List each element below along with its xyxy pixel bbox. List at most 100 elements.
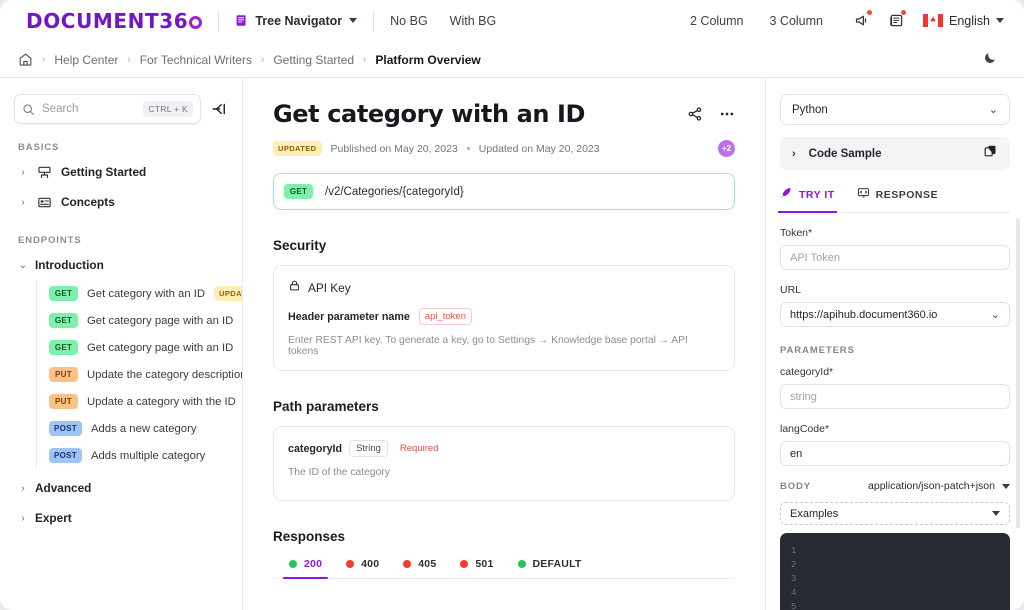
list-item[interactable]: PUT Update the category description <box>37 361 242 388</box>
url-select[interactable]: https://apihub.document360.io ⌄ <box>780 302 1010 327</box>
list-item[interactable]: PUT Update a category with the ID <box>37 388 242 415</box>
examples-dropdown[interactable]: Examples <box>780 502 1010 525</box>
page-title: Get category with an ID <box>273 100 586 128</box>
response-tab-label: 200 <box>304 558 323 570</box>
list-item[interactable]: GET Get category page with an ID <box>37 334 242 361</box>
no-bg-option[interactable]: No BG <box>390 14 428 28</box>
tab-try-it[interactable]: TRY IT <box>778 186 837 213</box>
response-tab-501[interactable]: 501 <box>460 558 493 578</box>
examples-label: Examples <box>790 507 839 520</box>
list-item[interactable]: POST Adds a new category <box>37 415 242 442</box>
param-name: categoryId <box>288 442 343 455</box>
breadcrumb-item-for-technical-writers[interactable]: For Technical Writers <box>140 53 252 67</box>
response-tab-400[interactable]: 400 <box>346 558 379 578</box>
chevron-down-icon: ⌄ <box>988 104 998 116</box>
breadcrumb-separator: › <box>127 54 131 65</box>
endpoint-label: Adds multiple category <box>90 449 206 462</box>
body-label: BODY <box>780 480 812 492</box>
sidebar-section-endpoints: ENDPOINTS <box>18 235 82 246</box>
security-param-value: api_token <box>418 308 472 325</box>
param-required-badge: Required <box>399 443 439 454</box>
security-card: API Key Header parameter name api_token … <box>273 265 735 371</box>
book-stack-icon <box>37 165 52 180</box>
list-item[interactable]: GET Get category with an ID UPDATED <box>37 280 242 307</box>
sidebar-item-advanced[interactable]: › Advanced <box>0 473 242 503</box>
sidebar-item-concepts[interactable]: › Concepts <box>0 187 242 217</box>
collapse-left-icon[interactable] <box>211 101 228 117</box>
langcode-field-group: langCode* en <box>780 423 1010 466</box>
code-line: 4 <box>780 586 1010 600</box>
code-sample-accordion[interactable]: › Code Sample <box>780 137 1010 170</box>
response-tab-200[interactable]: 200 <box>282 558 329 579</box>
chevron-right-icon: › <box>21 482 25 494</box>
app-logo[interactable]: DOCUMENT36 <box>26 9 203 33</box>
url-field-group: URL https://apihub.document360.io ⌄ <box>780 284 1010 327</box>
newspaper-icon[interactable] <box>883 8 909 34</box>
breadcrumb-separator: › <box>260 54 265 65</box>
method-badge: GET <box>284 184 313 199</box>
breadcrumb-item-getting-started[interactable]: Getting Started <box>273 53 354 67</box>
three-column-option[interactable]: 3 Column <box>770 14 824 28</box>
response-tab-default[interactable]: DEFAULT <box>517 558 582 578</box>
language-label[interactable]: English <box>949 14 990 28</box>
status-dot <box>346 560 355 568</box>
chevron-right-icon: › <box>21 512 25 524</box>
panel-scrollbar[interactable] <box>1016 218 1020 528</box>
method-badge: POST <box>49 448 82 463</box>
code-line: 1 <box>780 544 1010 558</box>
window-corner <box>0 0 14 14</box>
body-code-editor[interactable]: 1 2 3 4 5 <box>780 533 1010 610</box>
endpoint-url-box[interactable]: GET /v2/Categories/{categoryId} <box>273 173 735 210</box>
line-number: 1 <box>791 546 797 556</box>
line-number: 4 <box>791 588 797 598</box>
token-input[interactable]: API Token <box>780 245 1010 270</box>
app-root: DOCUMENT36 Tree Navigator No BG With BG … <box>0 0 1024 610</box>
chevron-down-icon <box>1002 483 1010 489</box>
breadcrumb: › Help Center › For Technical Writers › … <box>18 52 481 67</box>
endpoint-label: Get category page with an ID <box>87 314 234 327</box>
list-item[interactable]: POST Adds multiple category <box>37 442 242 469</box>
endpoint-label: Update a category with the ID <box>87 395 236 408</box>
chevron-right-icon: › <box>21 166 25 178</box>
categoryid-input[interactable]: string <box>780 384 1010 409</box>
search-input[interactable]: Search CTRL + K <box>14 94 201 124</box>
tree-navigator-dropdown[interactable]: Tree Navigator <box>235 14 358 28</box>
chevron-down-icon <box>992 511 1000 516</box>
breadcrumb-item-help-center[interactable]: Help Center <box>54 53 118 67</box>
sidebar-item-label: Concepts <box>61 195 115 209</box>
code-line: 2 <box>780 558 1010 572</box>
langcode-value: en <box>790 447 803 460</box>
breadcrumb-item-platform-overview: Platform Overview <box>375 52 481 67</box>
sidebar-item-introduction[interactable]: ⌄ Introduction <box>0 250 242 280</box>
copy-icon[interactable] <box>983 144 998 164</box>
categoryid-field-group: categoryId* string <box>780 366 1010 409</box>
endpoint-label: Adds a new category <box>90 422 197 435</box>
status-dot <box>460 560 469 568</box>
sidebar-item-expert[interactable]: › Expert <box>0 503 242 533</box>
two-column-option[interactable]: 2 Column <box>690 14 744 28</box>
sidebar-item-getting-started[interactable]: › Getting Started <box>0 157 242 187</box>
notification-dot <box>900 8 907 16</box>
responses-heading: Responses <box>273 529 346 544</box>
moon-icon[interactable] <box>983 50 998 70</box>
content-type-dropdown[interactable]: application/json-patch+json <box>868 480 1010 492</box>
meta-row: UPDATED Published on May 20, 2023 Update… <box>273 140 735 157</box>
share-icon[interactable] <box>687 106 703 127</box>
with-bg-option[interactable]: With BG <box>450 14 497 28</box>
avatar[interactable]: +2 <box>718 140 735 157</box>
method-badge: PUT <box>49 394 78 409</box>
tab-response[interactable]: RESPONSE <box>857 186 938 212</box>
home-icon[interactable] <box>18 52 33 67</box>
chevron-down-icon: ⌄ <box>18 259 28 271</box>
chevron-right-icon: › <box>792 147 796 160</box>
code-brackets-icon <box>857 186 870 204</box>
chevron-down-icon[interactable] <box>996 18 1004 23</box>
langcode-input[interactable]: en <box>780 441 1010 466</box>
response-tab-405[interactable]: 405 <box>403 558 436 578</box>
megaphone-icon[interactable] <box>849 8 875 34</box>
more-horizontal-icon[interactable] <box>719 106 735 127</box>
path-parameters-card: categoryId String Required The ID of the… <box>273 426 735 501</box>
categoryid-placeholder: string <box>790 390 817 403</box>
language-select[interactable]: Python ⌄ <box>780 94 1010 125</box>
list-item[interactable]: GET Get category page with an ID NEW <box>37 307 242 334</box>
